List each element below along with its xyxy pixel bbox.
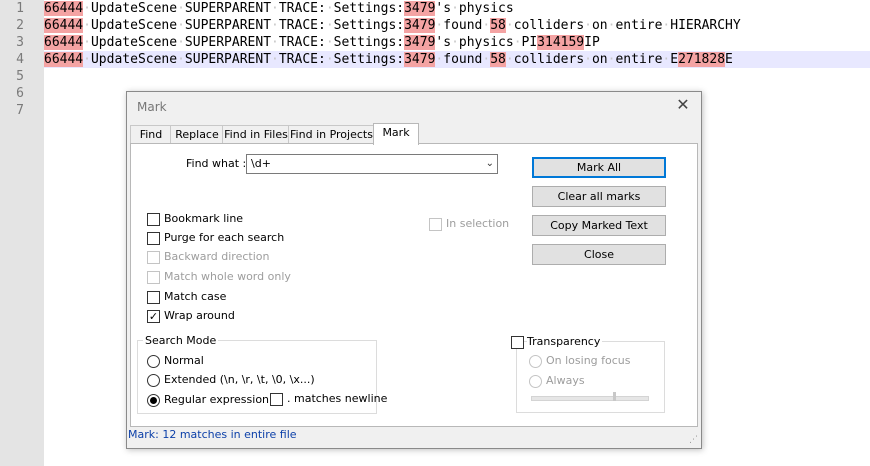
chevron-down-icon[interactable]: ⌄ bbox=[486, 155, 494, 173]
close-button[interactable]: Close bbox=[532, 244, 666, 265]
in-selection-checkbox[interactable] bbox=[429, 218, 442, 231]
line-number: 3 bbox=[16, 35, 24, 50]
tab-replace[interactable]: Replace bbox=[170, 125, 224, 144]
code-line[interactable]: 66444·UpdateScene·SUPERPARENT·TRACE:·Set… bbox=[44, 17, 870, 34]
transparency-slider[interactable] bbox=[531, 396, 649, 401]
on-losing-focus-radio[interactable] bbox=[529, 355, 542, 368]
find-what-value: \d+ bbox=[251, 157, 271, 170]
clear-all-marks-button[interactable]: Clear all marks bbox=[532, 186, 666, 207]
match-case-checkbox[interactable] bbox=[147, 291, 160, 304]
mark-all-button[interactable]: Mark All bbox=[532, 157, 666, 178]
marked-match: 58 bbox=[490, 52, 506, 67]
marked-match: 66444 bbox=[44, 18, 84, 33]
line-number-gutter: 1 2 3 4 5 6 7 bbox=[0, 0, 44, 466]
slider-thumb[interactable] bbox=[613, 392, 616, 401]
marked-match: 3479 bbox=[404, 18, 436, 33]
on-losing-focus-label: On losing focus bbox=[546, 354, 631, 367]
normal-radio[interactable] bbox=[147, 355, 160, 368]
always-radio[interactable] bbox=[529, 375, 542, 388]
always-label: Always bbox=[546, 374, 585, 387]
line-number: 2 bbox=[16, 18, 24, 33]
match-whole-word-checkbox[interactable] bbox=[147, 271, 160, 284]
tab-find[interactable]: Find bbox=[130, 125, 172, 144]
marked-match: 3479 bbox=[404, 52, 436, 67]
dot-matches-newline-label: . matches newline bbox=[287, 392, 388, 405]
close-icon[interactable]: ✕ bbox=[673, 95, 693, 115]
dot-matches-newline-checkbox[interactable] bbox=[270, 393, 283, 406]
extended-label: Extended (\n, \r, \t, \0, \x...) bbox=[164, 373, 315, 386]
backward-direction-checkbox[interactable] bbox=[147, 251, 160, 264]
wrap-around-checkbox[interactable] bbox=[147, 310, 160, 323]
bookmark-line-checkbox[interactable] bbox=[147, 213, 160, 226]
tab-find-in-projects[interactable]: Find in Projects bbox=[288, 125, 375, 144]
line-number: 4 bbox=[16, 52, 24, 67]
mark-panel: Find what : \d+ ⌄ Mark All Clear all mar… bbox=[130, 143, 698, 427]
find-what-label: Find what : bbox=[186, 157, 247, 170]
line-number: 5 bbox=[16, 69, 24, 84]
marked-match: 314159 bbox=[537, 35, 585, 50]
marked-match: 3479 bbox=[404, 1, 436, 16]
line-number: 7 bbox=[16, 103, 24, 118]
transparency-label: Transparency bbox=[527, 335, 603, 348]
wrap-around-label: Wrap around bbox=[164, 309, 235, 322]
normal-label: Normal bbox=[164, 354, 204, 367]
code-line[interactable]: 66444·UpdateScene·SUPERPARENT·TRACE:·Set… bbox=[44, 34, 870, 51]
regex-label: Regular expression bbox=[164, 393, 270, 406]
purge-checkbox[interactable] bbox=[147, 232, 160, 245]
marked-match: 66444 bbox=[44, 52, 84, 67]
code-line[interactable]: 66444·UpdateScene·SUPERPARENT·TRACE:·Set… bbox=[44, 51, 870, 68]
tab-find-in-files[interactable]: Find in Files bbox=[222, 125, 290, 144]
in-selection-label: In selection bbox=[446, 217, 510, 230]
search-mode-title: Search Mode bbox=[143, 334, 219, 347]
status-message: Mark: 12 matches in entire file bbox=[128, 428, 297, 441]
marked-match: 66444 bbox=[44, 35, 84, 50]
marked-match: 58 bbox=[490, 18, 506, 33]
transparency-checkbox[interactable] bbox=[511, 336, 524, 349]
bookmark-line-label: Bookmark line bbox=[164, 212, 244, 225]
marked-match: 3479 bbox=[404, 35, 436, 50]
tab-mark[interactable]: Mark bbox=[373, 123, 419, 145]
marked-match: 66444 bbox=[44, 1, 84, 16]
find-what-combobox[interactable]: \d+ ⌄ bbox=[246, 154, 498, 174]
match-case-label: Match case bbox=[164, 290, 227, 303]
line-number: 6 bbox=[16, 86, 24, 101]
match-whole-word-label: Match whole word only bbox=[164, 270, 291, 283]
dialog-title: Mark bbox=[137, 100, 167, 114]
copy-marked-text-button[interactable]: Copy Marked Text bbox=[532, 215, 666, 236]
regex-radio[interactable] bbox=[147, 394, 160, 407]
resize-grip-icon[interactable]: ⋰ bbox=[689, 436, 698, 445]
mark-dialog: Mark ✕ Find Replace Find in Files Find i… bbox=[126, 91, 702, 449]
extended-radio[interactable] bbox=[147, 374, 160, 387]
backward-direction-label: Backward direction bbox=[164, 250, 270, 263]
marked-match: 271828 bbox=[678, 52, 726, 67]
line-number: 1 bbox=[16, 1, 24, 16]
purge-label: Purge for each search bbox=[164, 231, 285, 244]
code-line[interactable]: 66444·UpdateScene·SUPERPARENT·TRACE:·Set… bbox=[44, 0, 870, 17]
